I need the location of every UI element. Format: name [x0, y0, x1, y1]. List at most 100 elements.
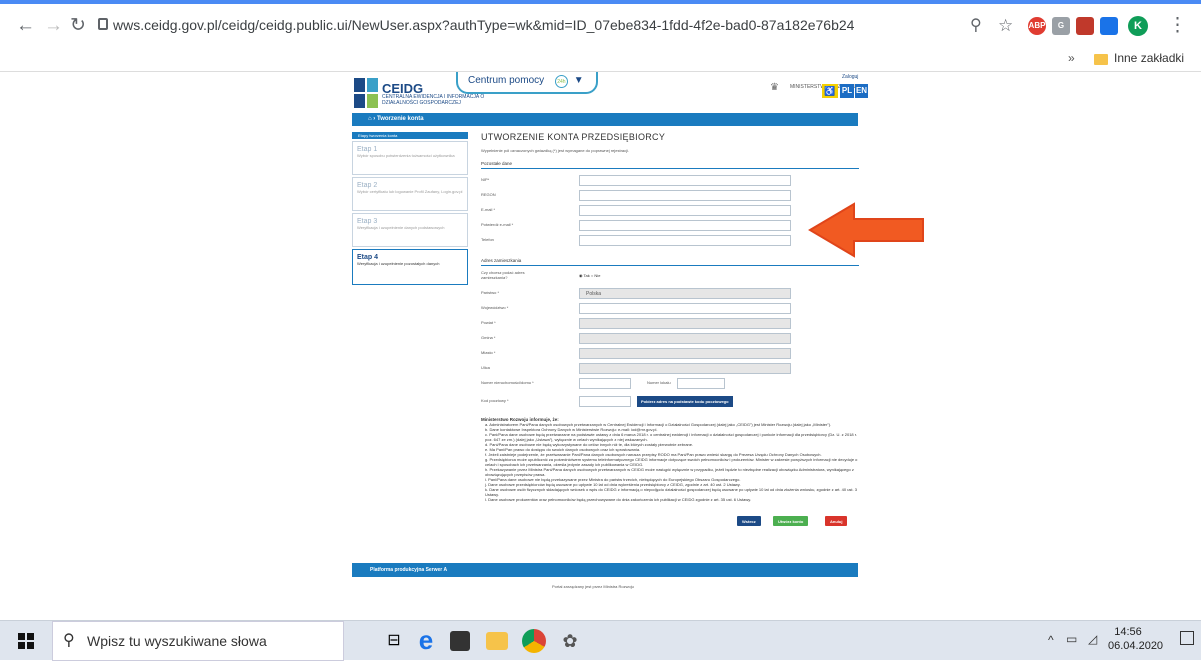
postal-field[interactable]	[579, 396, 631, 407]
adblock-icon[interactable]: ABP	[1028, 17, 1046, 35]
windows-start-icon[interactable]	[18, 633, 34, 649]
email-field[interactable]	[579, 205, 791, 216]
platform-footer: Platforma produkcyjna Serwer A	[352, 563, 858, 577]
notice-item: h. Przekazywanie przez Ministra Pani/Pan…	[485, 467, 854, 477]
step-heading: Etap 1	[357, 146, 378, 153]
step-heading: Etap 3	[357, 218, 378, 225]
flat-no-field[interactable]	[677, 378, 725, 389]
email-confirm-field[interactable]	[579, 220, 791, 231]
bookmark-star-icon[interactable]: ☆	[998, 16, 1013, 36]
clock-date: 06.04.2020	[1108, 640, 1164, 652]
clock-time: 14:56	[1114, 626, 1142, 638]
back-arrow-icon[interactable]: ←	[16, 16, 35, 36]
chrome-icon[interactable]	[522, 629, 546, 653]
breadcrumb-title: Tworzenie konta	[376, 116, 424, 122]
commune-field[interactable]	[579, 333, 791, 344]
app-icon[interactable]: ✿	[558, 629, 582, 653]
phone-field[interactable]	[579, 235, 791, 246]
page-scrollbar[interactable]	[1188, 72, 1201, 620]
email-confirm-label: Potwierdź e-mail *	[481, 222, 514, 227]
tray-chevron-icon[interactable]: ^	[1048, 633, 1054, 647]
bookmarks-bar: » Inne zakładki	[0, 46, 1201, 72]
bookmark-folder-label[interactable]: Inne zakładki	[1114, 51, 1184, 65]
address-bar[interactable]: wws.ceidg.gov.pl/ceidg/ceidg.public.ui/N…	[113, 14, 854, 36]
search-icon: ⚲	[63, 632, 75, 649]
task-view-icon[interactable]: ⊟	[382, 629, 406, 653]
edge-icon[interactable]: e	[414, 627, 438, 653]
step-description: Weryfikacja i uzupełnienie danych podsta…	[357, 225, 445, 230]
steps-title: Etapy tworzenia konta	[352, 132, 468, 139]
country-field[interactable]: Polska	[579, 288, 791, 299]
district-field[interactable]	[579, 318, 791, 329]
regon-field[interactable]	[579, 190, 791, 201]
regon-label: REGON	[481, 192, 496, 197]
taskbar-search[interactable]: ⚲ Wpisz tu wyszukiwane słowa	[52, 621, 344, 661]
steps-sidebar: Etapy tworzenia konta Etap 1 Wybór sposo…	[352, 132, 468, 285]
house-no-field[interactable]	[579, 378, 631, 389]
flat-no-label: Numer lokalu	[647, 380, 671, 385]
bookmarks-more[interactable]: »	[1068, 51, 1075, 65]
folder-icon	[1094, 54, 1108, 65]
fetch-address-button[interactable]: Pobierz adres na podstawie kodu pocztowe…	[637, 396, 733, 407]
help-center-button[interactable]: Centrum pomocy 24h ▼	[456, 72, 598, 94]
create-account-button[interactable]: Utwórz konto	[773, 516, 809, 526]
breadcrumb-bar: ⌂ › Tworzenie konta	[352, 113, 858, 126]
phone-label: Telefon	[481, 237, 494, 242]
browser-chrome: ← → ↻ wws.ceidg.gov.pl/ceidg/ceidg.publi…	[0, 0, 1201, 72]
section-address: Adres zamieszkania	[481, 258, 859, 266]
zoom-icon[interactable]: ⚲	[970, 16, 982, 36]
forward-arrow-icon[interactable]: →	[44, 16, 63, 36]
pdf-extension-icon[interactable]	[1076, 17, 1094, 35]
home-icon[interactable]: ⌂ ›	[368, 116, 377, 122]
windows-taskbar: ⚲ Wpisz tu wyszukiwane słowa ⊟ e ✿ ^ ▭ ◿…	[0, 620, 1201, 661]
accessibility-icon[interactable]: ♿	[822, 84, 838, 98]
cancel-button[interactable]: Anuluj	[825, 516, 848, 526]
form-actions: Wstecz Utwórz konto Anuluj	[481, 516, 859, 528]
lang-en-button[interactable]: EN	[855, 84, 868, 98]
profile-avatar[interactable]: K	[1128, 16, 1148, 36]
voivodeship-field[interactable]	[579, 303, 791, 314]
step-heading: Etap 4	[357, 254, 379, 261]
house-no-label: Numer nieruchomości/domu *	[481, 380, 534, 385]
notice-item: c. Pani/Pana dane osobowe będą przetwarz…	[485, 432, 857, 442]
volume-icon[interactable]: ◿	[1088, 632, 1097, 646]
network-icon[interactable]: ▭	[1066, 632, 1077, 646]
privacy-notice: Ministerstwo Rozwoju informuje, że: a. A…	[481, 417, 859, 502]
footer-note: Portal zarządzany jest przez Ministra Ro…	[352, 579, 858, 593]
lang-pl-button[interactable]: PL	[840, 84, 854, 98]
page-title: UTWORZENIE KONTA PRZEDSIĘBIORCY	[481, 132, 666, 142]
city-field[interactable]	[579, 348, 791, 359]
step-heading: Etap 2	[357, 182, 378, 189]
address-radio-group: ◉ Tak ○ Nie	[579, 273, 600, 278]
help-center-label: Centrum pomocy	[468, 75, 545, 86]
address-question: Czy chcesz podać adres zamieszkania?	[481, 270, 525, 280]
24h-badge-icon: 24h	[554, 75, 568, 88]
file-explorer-icon[interactable]	[486, 632, 508, 650]
radio-yes-label: Tak	[583, 273, 590, 278]
step-2: Etap 2 Wybór certyfikatu lub logowanie P…	[352, 177, 468, 211]
notice-item: g. Przedsiębiorca może upublicznić za po…	[485, 457, 858, 467]
taskbar-clock[interactable]: 14:56 06.04.2020	[1108, 625, 1164, 653]
street-field[interactable]	[579, 363, 791, 374]
red-arrow-annotation	[808, 202, 924, 258]
notification-icon[interactable]	[1180, 631, 1194, 645]
extension-g-icon[interactable]: G	[1052, 17, 1070, 35]
radio-no-label: Nie	[594, 273, 601, 278]
commune-label: Gmina *	[481, 335, 496, 340]
back-button[interactable]: Wstecz	[737, 516, 761, 526]
notice-item: l. Dane osobowe prokurentów oraz pełnomo…	[485, 497, 752, 502]
reload-icon[interactable]: ↻	[70, 16, 86, 36]
district-label: Powiat *	[481, 320, 496, 325]
step-3: Etap 3 Weryfikacja i uzupełnienie danych…	[352, 213, 468, 247]
step-1: Etap 1 Wybór sposobu potwierdzenia tożsa…	[352, 141, 468, 175]
lock-icon	[98, 18, 108, 30]
street-label: Ulica	[481, 365, 490, 370]
login-link[interactable]: Zaloguj	[842, 74, 858, 80]
extension-blue-icon[interactable]	[1100, 17, 1118, 35]
nip-field[interactable]	[579, 175, 791, 186]
search-placeholder: Wpisz tu wyszukiwane słowa	[87, 633, 267, 649]
menu-kebab-icon[interactable]: ⋮	[1168, 16, 1187, 36]
store-icon[interactable]	[450, 631, 470, 651]
ceidg-logo-icon	[354, 78, 378, 108]
logo-subtitle: CENTRALNA EWIDENCJA I INFORMACJA O DZIAŁ…	[382, 94, 485, 106]
